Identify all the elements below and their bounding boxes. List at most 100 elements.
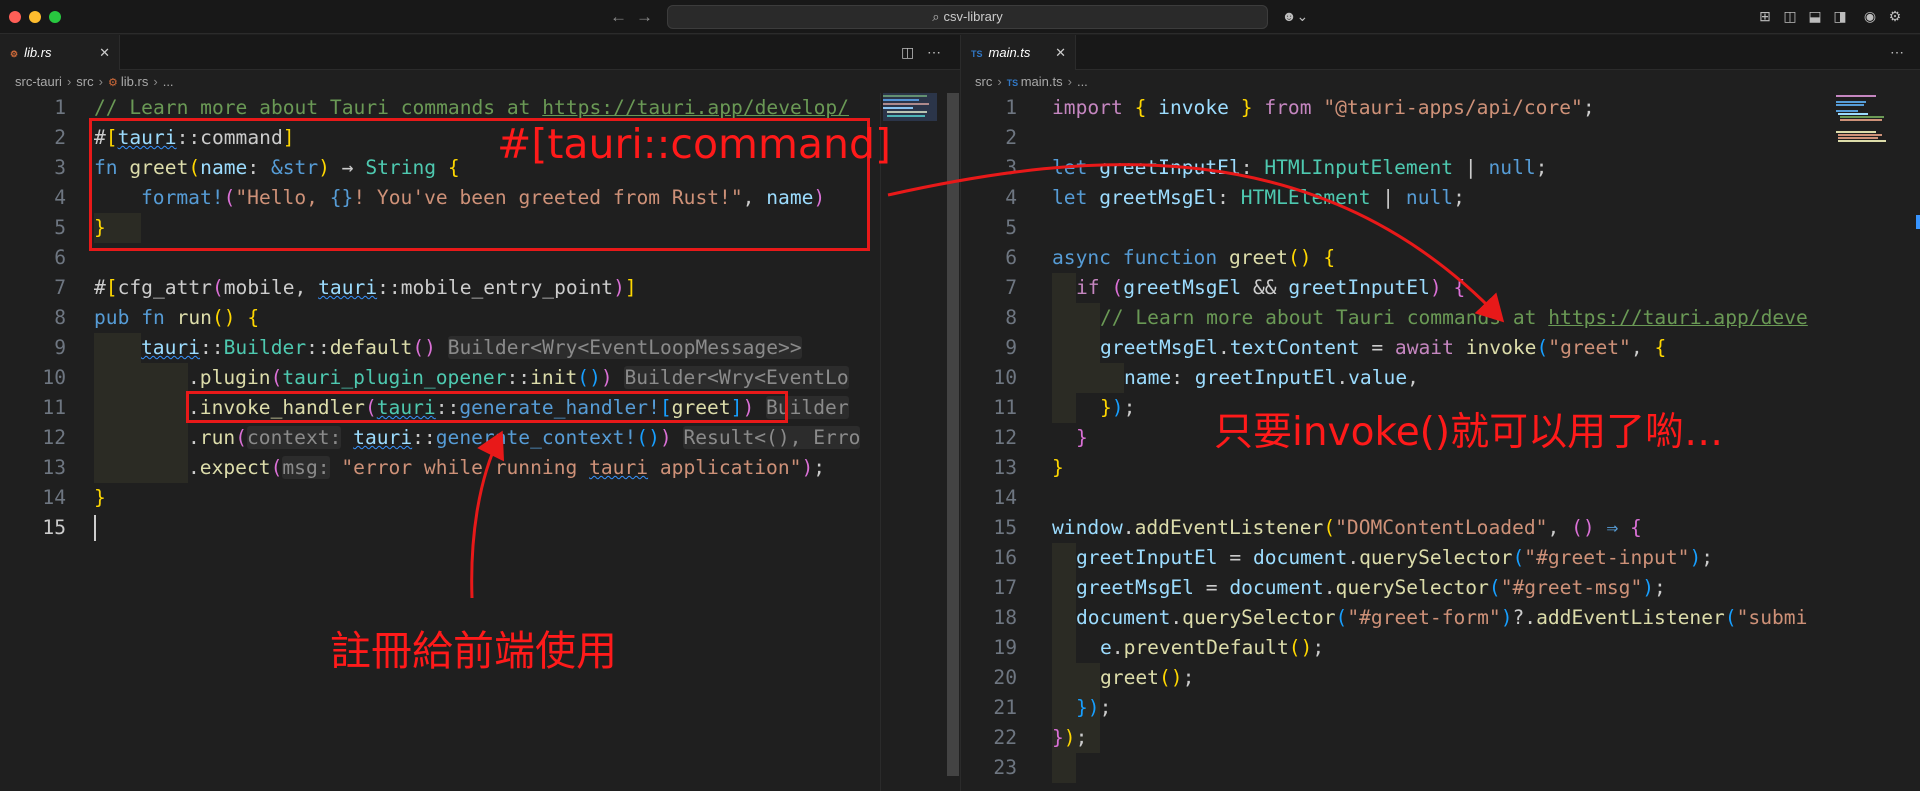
line-number: 11	[42, 396, 66, 419]
code-line: greetInputEl = document.querySelector("#…	[1076, 546, 1714, 569]
minimap-line	[1840, 119, 1882, 121]
indent-guide	[141, 363, 188, 483]
code-line: import { invoke } from "@tauri-apps/api/…	[1052, 96, 1595, 119]
forward-arrow-icon[interactable]: →	[636, 7, 653, 27]
customize-layout-icon[interactable]: ⊞	[1757, 8, 1773, 24]
toggle-sidebar-icon[interactable]: ◫	[1782, 8, 1798, 24]
line-number: 5	[54, 216, 66, 239]
line-number: 9	[54, 336, 66, 359]
minimap-line	[1836, 110, 1858, 112]
tab-label: lib.rs	[24, 45, 52, 60]
line-number: 11	[993, 396, 1017, 419]
line-number: 4	[54, 186, 66, 209]
left-vertical-scrollbar[interactable]	[947, 93, 959, 776]
code-line: });	[1076, 696, 1112, 719]
line-number: 3	[1005, 156, 1017, 179]
scrollbar-marker	[1916, 215, 1920, 229]
toggle-panel-icon[interactable]: ⬓	[1807, 8, 1823, 24]
close-icon[interactable]: ✕	[99, 35, 110, 70]
code-line: });	[1052, 726, 1088, 749]
line-number: 18	[993, 606, 1017, 629]
settings-gear-icon[interactable]: ⚙	[1887, 8, 1903, 24]
inlay-hint: Result<(), Erro	[683, 426, 861, 449]
tab-main-ts[interactable]: TS main.ts ✕	[961, 35, 1076, 70]
breadcrumb-item[interactable]: lib.rs	[121, 74, 148, 89]
line-number: 2	[54, 126, 66, 149]
code-line: .plugin(tauri_plugin_opener::init()) Bui…	[188, 366, 849, 389]
line-number: 14	[993, 486, 1017, 509]
more-actions-icon[interactable]: ⋯	[1890, 35, 1904, 70]
indent-guide	[94, 333, 141, 483]
line-number: 3	[54, 156, 66, 179]
breadcrumb-item[interactable]: ...	[163, 74, 174, 89]
breadcrumb: src › TS main.ts ›...	[975, 74, 1088, 89]
inlay-hint: Builder<Wry<EventLoopMessage>>	[447, 336, 802, 359]
code-line: document.querySelector("#greet-form")?.a…	[1076, 606, 1808, 629]
code-line: if (greetMsgEl && greetInputEl) {	[1076, 276, 1466, 299]
breadcrumb-item[interactable]: main.ts	[1021, 74, 1063, 89]
minimap-line	[1838, 113, 1868, 115]
code-line: name: greetInputEl.value,	[1124, 366, 1419, 389]
code-line: #[cfg_attr(mobile, tauri::mobile_entry_p…	[94, 276, 637, 299]
copilot-icon[interactable]: ☻⌄	[1281, 8, 1309, 24]
command-annotation-label: #[tauri::command]	[497, 120, 892, 168]
breadcrumb-item[interactable]: src-tauri	[15, 74, 62, 89]
right-tab-bar: TS main.ts ✕ ⋯	[961, 35, 1920, 70]
line-number: 19	[993, 636, 1017, 659]
close-window-button[interactable]	[9, 11, 21, 23]
minimize-window-button[interactable]	[29, 11, 41, 23]
breadcrumb: src-tauri › src › ⚙ lib.rs ›...	[15, 74, 174, 89]
left-minimap[interactable]	[880, 93, 937, 791]
line-number: 12	[993, 426, 1017, 449]
indent-guide	[1076, 303, 1100, 393]
line-number: 8	[54, 306, 66, 329]
minimap-line	[1838, 137, 1878, 139]
line-number: 13	[993, 456, 1017, 479]
minimap-line	[1840, 116, 1884, 118]
breadcrumb-item[interactable]: src	[76, 74, 93, 89]
minimap-slider[interactable]	[883, 93, 937, 121]
line-number: 16	[993, 546, 1017, 569]
breadcrumb-item[interactable]: ...	[1077, 74, 1088, 89]
tab-lib-rs[interactable]: ⚙ lib.rs ✕	[0, 35, 120, 70]
inlay-hint: context:	[246, 426, 342, 449]
code-line: }	[1076, 426, 1088, 449]
account-icon[interactable]: ◉	[1862, 8, 1878, 24]
line-number: 6	[1005, 246, 1017, 269]
line-number: 10	[993, 366, 1017, 389]
line-number: 2	[1005, 126, 1017, 149]
left-tab-bar: ⚙ lib.rs ✕ ◫ ⋯	[0, 35, 960, 70]
typescript-file-icon: TS	[1006, 78, 1021, 88]
line-number: 17	[993, 576, 1017, 599]
minimap-line	[1836, 95, 1876, 97]
code-line: let greetInputEl: HTMLInputElement | nul…	[1052, 156, 1548, 179]
line-number: 15	[42, 516, 66, 539]
breadcrumb-item[interactable]: src	[975, 74, 992, 89]
typescript-file-icon: TS	[971, 49, 983, 59]
workspace-name: csv-library	[943, 9, 1003, 24]
command-center-search[interactable]: ⌕ csv-library	[667, 5, 1268, 29]
code-line: window.addEventListener("DOMContentLoade…	[1052, 516, 1642, 539]
right-minimap[interactable]	[1834, 93, 1890, 791]
code-line: e.preventDefault();	[1100, 636, 1325, 659]
minimap-line	[1836, 101, 1866, 103]
line-number: 8	[1005, 306, 1017, 329]
line-number: 6	[54, 246, 66, 269]
split-editor-icon[interactable]: ◫	[901, 35, 914, 70]
code-line: // Learn more about Tauri commands at ht…	[1100, 306, 1808, 329]
close-icon[interactable]: ✕	[1055, 35, 1066, 70]
line-number: 20	[993, 666, 1017, 689]
maximize-window-button[interactable]	[49, 11, 61, 23]
more-actions-icon[interactable]: ⋯	[927, 35, 941, 70]
rust-file-icon: ⚙	[10, 49, 19, 59]
code-line: .run(context: tauri::generate_context!()…	[188, 426, 861, 449]
code-line: .expect(msg: "error while running tauri …	[188, 456, 826, 479]
line-number: 5	[1005, 216, 1017, 239]
back-arrow-icon[interactable]: ←	[610, 7, 627, 27]
minimap-line	[1836, 104, 1864, 106]
toggle-secondary-sidebar-icon[interactable]: ◨	[1832, 8, 1848, 24]
code-line: tauri::Builder::default() Builder<Wry<Ev…	[141, 336, 802, 359]
line-number: 1	[1005, 96, 1017, 119]
line-number: 10	[42, 366, 66, 389]
line-number: 22	[993, 726, 1017, 749]
